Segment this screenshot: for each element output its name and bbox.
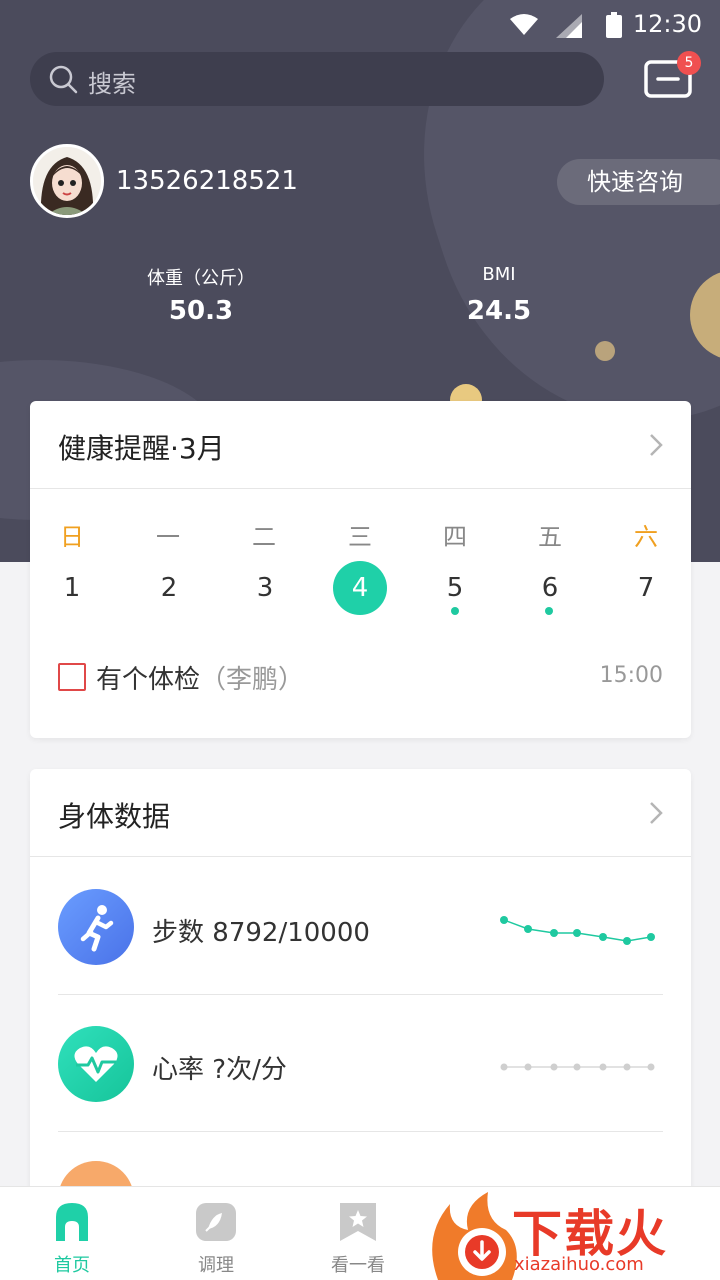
steps-sparkline <box>500 916 655 945</box>
calendar-day[interactable]: 1 <box>45 573 99 603</box>
home-icon <box>56 1203 88 1241</box>
calendar-day[interactable]: 2 <box>142 573 196 603</box>
avatar[interactable] <box>30 144 104 218</box>
cell-signal-icon <box>556 14 582 38</box>
heart-pulse-icon[interactable] <box>58 1026 134 1102</box>
watermark-url: xiazaihuo.com <box>514 1254 644 1275</box>
search-placeholder: 搜索 <box>88 70 136 98</box>
weekday-thu: 四 <box>443 523 467 551</box>
tab-browse-label: 看一看 <box>331 1255 385 1276</box>
leaf-icon <box>196 1203 236 1241</box>
event-item[interactable]: 有个体检（李鹏） <box>96 659 304 696</box>
tab-treatment-label: 调理 <box>198 1255 234 1276</box>
divider <box>30 856 691 857</box>
weekday-sun: 日 <box>60 523 84 551</box>
tab-browse[interactable]: 看一看 <box>308 1201 408 1277</box>
health-reminder-card: 健康提醒·3月 日 一 二 三 四 五 六 1 2 3 4 5 6 7 有个体检… <box>30 401 691 738</box>
weekday-wed: 三 <box>348 523 372 551</box>
user-phone: 13526218521 <box>116 166 298 196</box>
steps-label: 步数 <box>152 918 205 948</box>
event-indicator-dot <box>451 607 459 615</box>
battery-icon <box>606 12 622 38</box>
weekday-sat: 六 <box>634 523 658 551</box>
weekday-tue: 二 <box>252 523 276 551</box>
body-data-title[interactable]: 身体数据 <box>58 795 170 835</box>
message-badge: 5 <box>677 51 701 75</box>
steps-value: 8792/10000 <box>212 918 370 948</box>
decorative-circle <box>595 341 615 361</box>
status-bar: 12:30 <box>0 0 720 50</box>
heart-rate-value: ?次/分 <box>212 1055 287 1085</box>
weight-label: 体重（公斤） <box>147 268 255 289</box>
calendar-day[interactable]: 6 <box>523 573 577 603</box>
tab-home[interactable]: 首页 <box>22 1201 122 1277</box>
tab-treatment[interactable]: 调理 <box>166 1201 266 1277</box>
calendar-day[interactable]: 5 <box>428 573 482 603</box>
calendar-day[interactable]: 3 <box>238 573 292 603</box>
bookmark-star-icon <box>340 1203 376 1241</box>
bmi-label: BMI <box>482 264 516 285</box>
event-person: （李鹏） <box>200 665 305 695</box>
event-title: 有个体检 <box>96 665 201 695</box>
divider <box>58 1131 663 1132</box>
weekday-fri: 五 <box>538 523 562 551</box>
chevron-right-icon[interactable] <box>649 433 663 457</box>
divider <box>58 994 663 995</box>
search-icon <box>49 65 78 94</box>
health-reminder-title[interactable]: 健康提醒·3月 <box>58 427 225 467</box>
tab-home-label: 首页 <box>54 1255 90 1276</box>
calendar-day[interactable]: 7 <box>619 573 673 603</box>
steps-row[interactable]: 步数 8792/10000 <box>152 912 370 949</box>
weight-value: 50.3 <box>168 296 234 326</box>
body-data-card: 身体数据 步数 8792/10000 心率 ?次/分 <box>30 769 691 1209</box>
event-indicator-dot <box>545 607 553 615</box>
heart-rate-label: 心率 <box>152 1055 205 1085</box>
weekday-mon: 一 <box>156 523 180 551</box>
wifi-icon <box>510 14 538 35</box>
running-person-icon[interactable] <box>58 889 134 965</box>
avatar-image <box>33 147 101 215</box>
heart-rate-row[interactable]: 心率 ?次/分 <box>152 1049 287 1086</box>
status-time: 12:30 <box>632 10 702 38</box>
bmi-value: 24.5 <box>466 296 532 326</box>
event-checkbox[interactable] <box>58 663 86 691</box>
heart-rate-sparkline <box>500 1063 655 1071</box>
quick-consult-button[interactable]: 快速咨询 <box>557 159 720 205</box>
search-bar[interactable]: 搜索 <box>30 52 604 106</box>
chevron-right-icon[interactable] <box>649 801 663 825</box>
calendar-day-selected[interactable]: 4 <box>333 561 387 615</box>
event-time: 15:00 <box>599 663 663 688</box>
divider <box>30 488 691 489</box>
